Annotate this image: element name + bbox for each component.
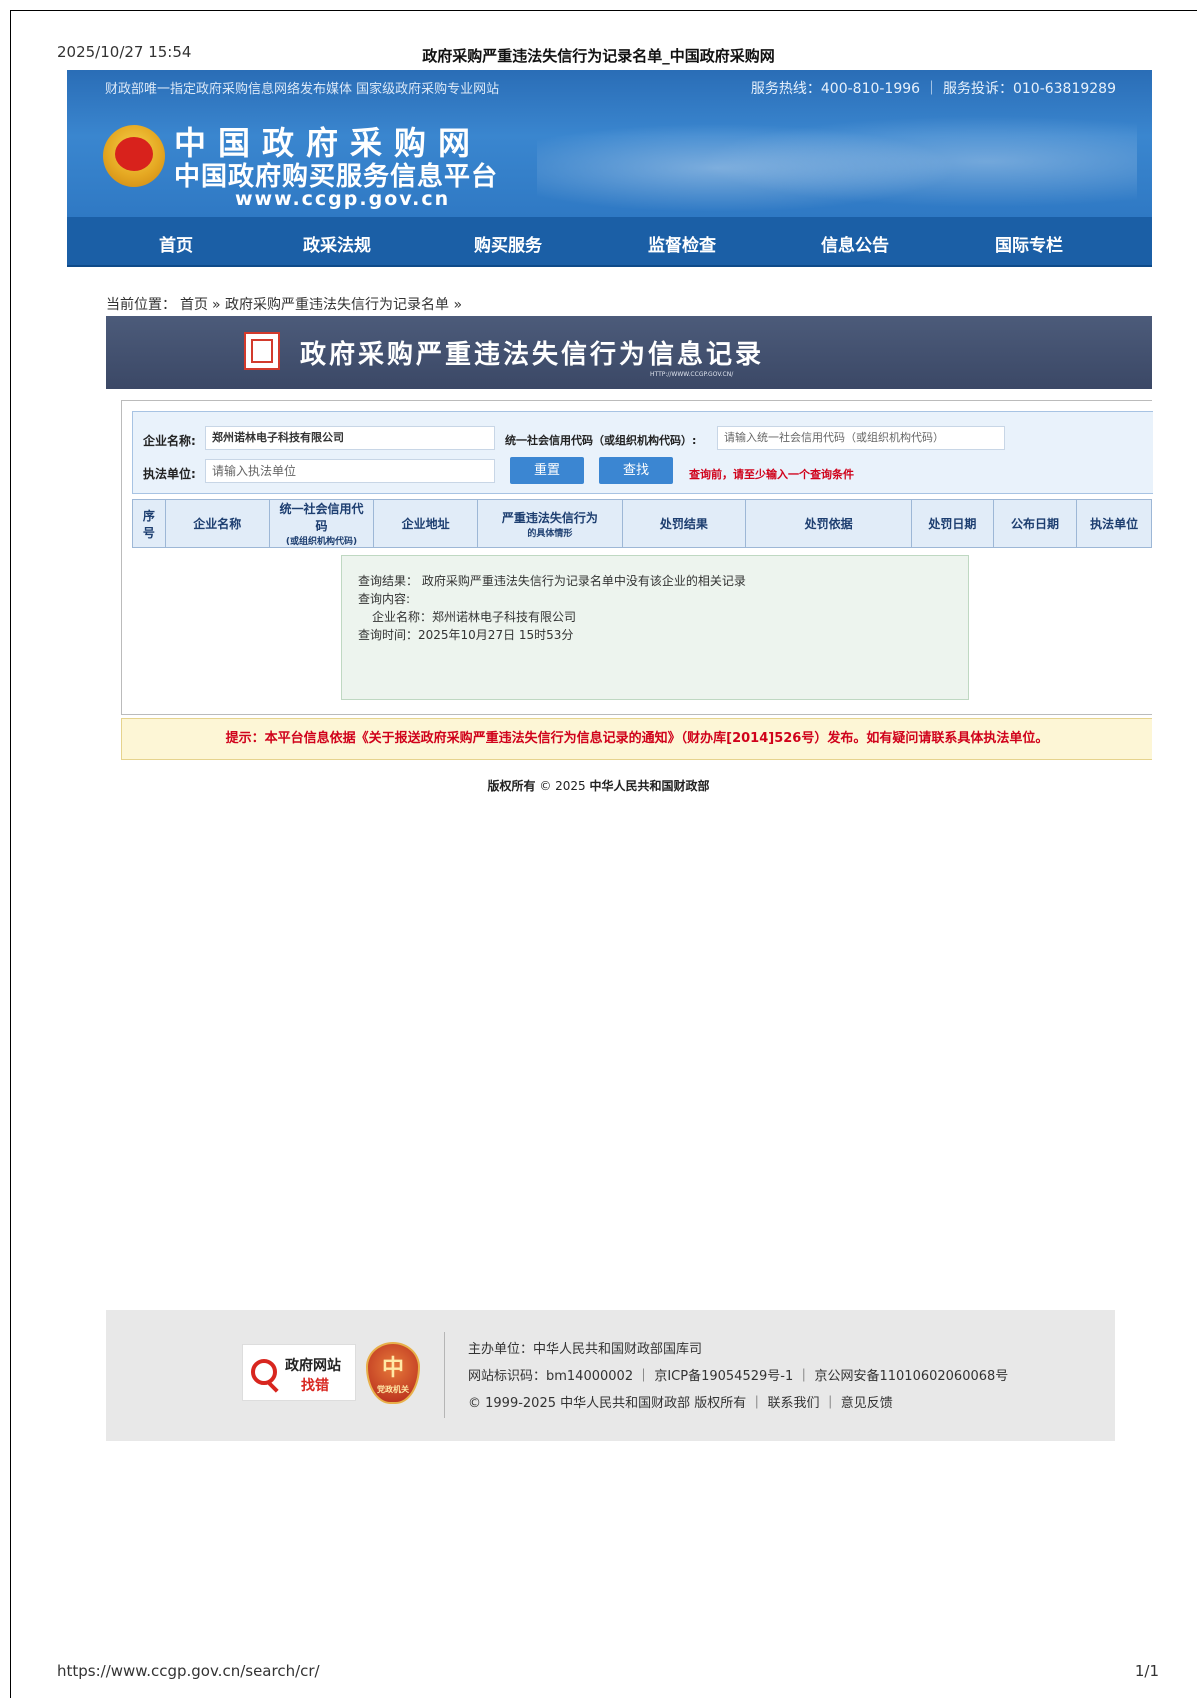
footer-ids: 网站标识码：bm14000002 ｜ 京ICP备19054529号-1 ｜ 京公… [468, 1369, 1009, 1384]
nav-item-purchase-services[interactable]: 购买服务 [474, 231, 542, 256]
col-header-penalty-basis: 处罚依据 [745, 499, 913, 548]
record-banner-url: HTTP://WWW.CCGP.GOV.CN/ [650, 371, 734, 378]
copyright-year: © 2025 [539, 779, 586, 793]
col-header-publish-date: 公布日期 [992, 499, 1078, 548]
nav-item-announcements[interactable]: 信息公告 [821, 231, 889, 256]
reset-button[interactable]: 重置 [510, 457, 584, 484]
breadcrumb-home-link[interactable]: 首页 [180, 297, 208, 313]
col-header-violation: 严重违法失信行为 的具体情形 [477, 499, 623, 548]
query-company: 企业名称：郑州诺林电子科技有限公司 [372, 610, 577, 624]
results-table: 序号 企业名称 统一社会信用代码 (或组织机构代码) 企业地址 严重违法失信行为的… [132, 499, 1152, 548]
search-warning: 查询前，请至少输入一个查询条件 [689, 468, 854, 481]
col-header-index: 序号 [132, 499, 166, 548]
enforcement-unit-label: 执法单位: [143, 467, 196, 481]
header-topline: 财政部唯一指定政府采购信息网络发布媒体 国家级政府采购专业网站 [105, 82, 500, 97]
national-emblem-icon [103, 125, 165, 187]
col-header-credit-code: 统一社会信用代码 (或组织机构代码) [268, 499, 375, 548]
cloud-decoration [537, 90, 1137, 217]
col-header-company: 企业名称 [164, 499, 270, 548]
footer-divider [444, 1332, 445, 1418]
col-header-address: 企业地址 [373, 499, 479, 548]
badge-line1: 政府网站 [285, 1358, 341, 1374]
footer-host: 主办单位：中华人民共和国财政部国库司 [468, 1342, 703, 1357]
enforcement-unit-input[interactable]: 请输入执法单位 [205, 459, 495, 483]
breadcrumb-prefix: 当前位置： [106, 297, 176, 313]
nav-item-home[interactable]: 首页 [159, 231, 193, 256]
shield-text: 党政机关 [377, 1385, 409, 1394]
magnifier-icon [251, 1359, 277, 1385]
seal-icon [244, 332, 280, 370]
party-gov-shield-icon[interactable]: 中 党政机关 [366, 1342, 420, 1404]
nav-item-international[interactable]: 国际专栏 [995, 231, 1063, 256]
print-url: https://www.ccgp.gov.cn/search/cr/ [57, 1662, 320, 1680]
tip-bar: 提示：本平台信息依据《关于报送政府采购严重违法失信行为信息记录的通知》（财办库[… [121, 718, 1152, 760]
copyright-line: 版权所有 © 2025 中华人民共和国财政部 [0, 777, 1197, 794]
credit-code-label: 统一社会信用代码（或组织机构代码）: [505, 434, 697, 447]
main-nav: 首页 政采法规 购买服务 监督检查 信息公告 国际专栏 [67, 217, 1152, 267]
logo-url: www.ccgp.gov.cn [235, 188, 451, 210]
results-header-row: 序号 企业名称 统一社会信用代码 (或组织机构代码) 企业地址 严重违法失信行为的… [132, 499, 1152, 548]
company-name-input[interactable]: 郑州诺林电子科技有限公司 [205, 426, 495, 450]
query-result-text: 查询结果： 政府采购严重违法失信行为记录名单中没有该企业的相关记录 [358, 574, 746, 588]
credit-code-input[interactable]: 请输入统一社会信用代码（或组织机构代码） [717, 426, 1005, 450]
col-header-penalty-result: 处罚结果 [621, 499, 747, 548]
print-page-number: 1/1 [1134, 1662, 1159, 1680]
record-banner: 政府采购严重违法失信行为信息记录 HTTP://WWW.CCGP.GOV.CN/ [106, 316, 1152, 389]
nav-item-supervision[interactable]: 监督检查 [648, 231, 716, 256]
header-hotline: 服务热线：400-810-1996 ｜ 服务投诉：010-63819289 [750, 81, 1116, 97]
copyright-owner: 中华人民共和国财政部 [589, 779, 710, 793]
breadcrumb-current: » 政府采购严重违法失信行为记录名单 » [212, 297, 463, 313]
query-content-label: 查询内容: [358, 592, 411, 606]
breadcrumb: 当前位置： 首页» 政府采购严重违法失信行为记录名单 » [106, 294, 466, 314]
badge-line2: 找错 [301, 1378, 329, 1394]
search-form: 企业名称: 郑州诺林电子科技有限公司 统一社会信用代码（或组织机构代码）: 请输… [132, 411, 1153, 494]
col-header-penalty-date: 处罚日期 [911, 499, 994, 548]
footer-rights[interactable]: © 1999-2025 中华人民共和国财政部 版权所有 ｜ 联系我们 ｜ 意见反… [468, 1392, 893, 1411]
company-name-label: 企业名称: [143, 434, 196, 448]
site-header-banner: 财政部唯一指定政府采购信息网络发布媒体 国家级政府采购专业网站 服务热线：400… [67, 70, 1152, 217]
print-title: 政府采购严重违法失信行为记录名单_中国政府采购网 [422, 47, 775, 65]
record-banner-title: 政府采购严重违法失信行为信息记录 [300, 340, 765, 370]
query-time: 查询时间：2025年10月27日 15时53分 [358, 628, 574, 642]
site-footer: 政府网站 找错 中 党政机关 主办单位：中华人民共和国财政部国库司 网站标识码：… [106, 1310, 1115, 1441]
shield-glyph: 中 [381, 1356, 404, 1381]
query-result-notice: 查询结果： 政府采购严重违法失信行为记录名单中没有该企业的相关记录 查询内容: … [341, 555, 969, 700]
gov-site-find-error-badge[interactable]: 政府网站 找错 [242, 1344, 356, 1401]
copyright-prefix: 版权所有 [487, 779, 536, 793]
nav-item-regulations[interactable]: 政采法规 [303, 231, 371, 256]
col-header-enforcement-unit: 执法单位 [1076, 499, 1152, 548]
search-button[interactable]: 查找 [599, 457, 673, 484]
